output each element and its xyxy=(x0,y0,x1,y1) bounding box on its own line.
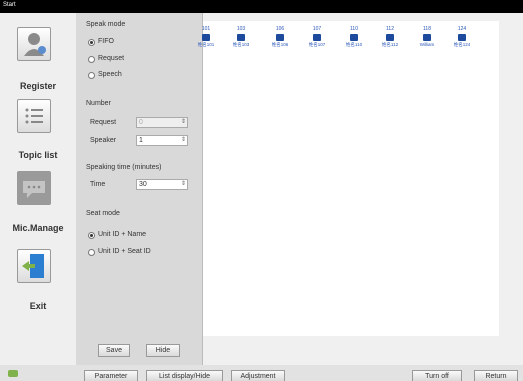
radio-request[interactable] xyxy=(88,56,95,63)
radio-fifo-label: FIFO xyxy=(98,38,114,45)
time-value: 30 xyxy=(139,181,147,188)
unit-id: 101 xyxy=(201,26,211,32)
unit-id: 110 xyxy=(350,26,358,32)
hide-button[interactable]: Hide xyxy=(146,344,180,357)
unit-seat[interactable]: 110 姓名110 xyxy=(343,26,365,48)
number-title: Number xyxy=(86,100,111,107)
speaking-time-title: Speaking time (minutes) xyxy=(86,164,162,171)
unit-name: 姓名101 xyxy=(197,42,215,47)
save-button[interactable]: Save xyxy=(98,344,130,357)
time-label: Time xyxy=(90,181,106,188)
unit-name: 姓名106 xyxy=(271,42,289,47)
request-spinner[interactable]: 0 ⇕ xyxy=(136,117,188,128)
microphone-unit-icon xyxy=(276,34,284,41)
unit-id: 124 xyxy=(457,26,467,32)
unit-name: William xyxy=(419,42,435,47)
radio-speech[interactable] xyxy=(88,72,95,79)
radio-unit-id-name[interactable] xyxy=(88,232,95,239)
parameter-button[interactable]: Parameter xyxy=(84,370,138,381)
request-label: Request xyxy=(90,119,117,126)
microphone-unit-icon xyxy=(202,34,210,41)
sidebar-item-topic-list[interactable]: Topic list xyxy=(0,150,76,160)
seat-map: 101 姓名101 103 姓名103 106 姓名106 107 姓名107 … xyxy=(198,21,499,336)
microphone-unit-icon xyxy=(350,34,358,41)
unit-seat[interactable]: 101 姓名101 xyxy=(195,26,217,48)
logo-icon xyxy=(8,370,18,377)
microphone-unit-icon xyxy=(313,34,321,41)
unit-id: 103 xyxy=(236,26,246,32)
sidebar-item-mic-manage[interactable]: Mic.Manage xyxy=(0,223,76,233)
unit-name: 姓名112 xyxy=(381,42,399,47)
chat-bubble-icon[interactable] xyxy=(17,171,51,205)
sidebar-item-exit[interactable]: Exit xyxy=(0,301,76,311)
title-bar: Start xyxy=(0,0,523,13)
spinner-arrows-icon[interactable]: ⇕ xyxy=(181,180,186,189)
unit-seat[interactable]: 106 姓名106 xyxy=(269,26,291,48)
user-register-icon[interactable] xyxy=(17,27,51,61)
speaker-value: 1 xyxy=(139,137,143,144)
unit-id: 112 xyxy=(386,26,394,32)
unit-id: 107 xyxy=(312,26,322,32)
speak-mode-title: Speak mode xyxy=(86,21,126,28)
microphone-unit-icon xyxy=(458,34,466,41)
window-title: Start xyxy=(3,2,16,8)
microphone-unit-icon xyxy=(423,34,431,41)
spinner-arrows-icon[interactable]: ⇕ xyxy=(181,136,186,145)
adjustment-button[interactable]: Adjustment xyxy=(231,370,285,381)
radio-request-label: Requset xyxy=(98,55,125,62)
unit-seat[interactable]: 103 姓名103 xyxy=(230,26,252,48)
list-icon[interactable] xyxy=(17,99,51,133)
unit-name: 姓名110 xyxy=(345,42,363,47)
unit-seat[interactable]: 112 姓名112 xyxy=(379,26,401,48)
unit-name: 姓名103 xyxy=(232,42,250,47)
radio-unit-id-seat-id[interactable] xyxy=(88,249,95,256)
seat-mode-title: Seat mode xyxy=(86,210,120,217)
microphone-unit-icon xyxy=(237,34,245,41)
return-button[interactable]: Return xyxy=(474,370,518,381)
speaker-label: Speaker xyxy=(90,137,117,144)
turn-off-button[interactable]: Turn off xyxy=(412,370,462,381)
unit-name: 姓名107 xyxy=(308,42,326,47)
radio-fifo[interactable] xyxy=(88,39,95,46)
speaker-spinner[interactable]: 1 ⇕ xyxy=(136,135,188,146)
unit-name: 姓名124 xyxy=(453,42,471,47)
microphone-unit-icon xyxy=(386,34,394,41)
radio-unit-id-name-label: Unit ID + Name xyxy=(98,231,147,238)
unit-seat[interactable]: 107 姓名107 xyxy=(306,26,328,48)
radio-speech-label: Speech xyxy=(98,71,122,78)
unit-id: 118 xyxy=(423,26,431,32)
sidebar: Register Topic list Mic.Manage Exit xyxy=(0,13,76,381)
unit-seat[interactable]: 118 William xyxy=(416,26,438,47)
unit-id: 106 xyxy=(275,26,285,32)
list-display-hide-button[interactable]: List display/Hide xyxy=(146,370,223,381)
radio-unit-id-seat-id-label: Unit ID + Seat ID xyxy=(98,248,151,255)
exit-door-icon[interactable] xyxy=(17,249,51,283)
sidebar-item-register[interactable]: Register xyxy=(0,81,76,91)
spinner-arrows-icon[interactable]: ⇕ xyxy=(181,118,186,127)
parameter-panel: Speak mode FIFO Requset Speech Number Re… xyxy=(76,13,203,365)
time-spinner[interactable]: 30 ⇕ xyxy=(136,179,188,190)
request-value: 0 xyxy=(139,119,143,126)
unit-seat[interactable]: 124 姓名124 xyxy=(451,26,473,48)
